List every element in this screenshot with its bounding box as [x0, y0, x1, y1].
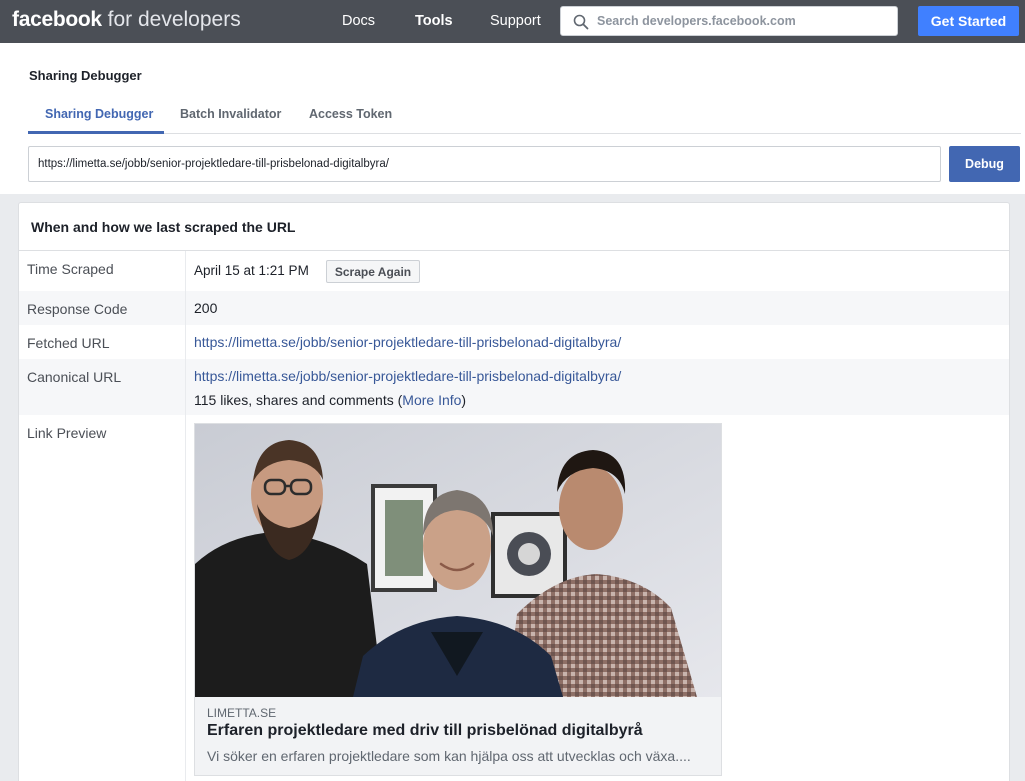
response-code-value: 200	[194, 300, 218, 316]
engagement-count: 115 likes, shares and comments (More Inf…	[194, 392, 466, 408]
nav-tools[interactable]: Tools	[415, 13, 453, 29]
tab-sharing-debugger[interactable]: Sharing Debugger	[45, 107, 153, 121]
time-scraped-label: Time Scraped	[27, 261, 114, 277]
search-box	[560, 6, 898, 36]
row-response-code: Response Code 200	[19, 291, 1009, 325]
link-preview-card[interactable]: LIMETTA.SE Erfaren projektledare med dri…	[194, 423, 722, 776]
preview-photo-illustration	[195, 424, 721, 697]
row-fetched-url: Fetched URL https://limetta.se/jobb/seni…	[19, 325, 1009, 359]
card-header: When and how we last scraped the URL	[19, 203, 1009, 251]
nav-docs[interactable]: Docs	[342, 13, 375, 29]
scrape-again-button[interactable]: Scrape Again	[326, 260, 420, 283]
scrape-results-card: When and how we last scraped the URL Tim…	[18, 202, 1010, 781]
time-scraped-value: April 15 at 1:21 PM	[194, 263, 309, 278]
debug-button[interactable]: Debug	[949, 146, 1020, 182]
tab-access-token[interactable]: Access Token	[309, 107, 392, 121]
url-input[interactable]	[28, 146, 941, 182]
engagement-text: 115 likes, shares and comments (	[194, 392, 403, 408]
debugger-header: Sharing Debugger Sharing Debugger Batch …	[0, 43, 1025, 194]
search-icon	[573, 14, 589, 30]
logo-brand: facebook	[12, 8, 102, 31]
tab-batch-invalidator[interactable]: Batch Invalidator	[180, 107, 281, 121]
facebook-for-developers-logo[interactable]: facebook for developers	[12, 8, 241, 32]
page-title: Sharing Debugger	[29, 68, 142, 83]
column-divider	[185, 251, 186, 781]
fetched-url-link[interactable]: https://limetta.se/jobb/senior-projektle…	[194, 334, 621, 350]
engagement-close: )	[461, 392, 467, 408]
fetched-url-label: Fetched URL	[27, 335, 110, 351]
response-code-label: Response Code	[27, 301, 128, 317]
preview-description: Vi söker en erfaren projektledare som ka…	[207, 748, 691, 764]
search-input[interactable]	[597, 7, 893, 35]
preview-domain: LIMETTA.SE	[207, 706, 277, 720]
canonical-url-label: Canonical URL	[27, 369, 122, 385]
active-tab-indicator	[28, 131, 164, 134]
tool-tabs: Sharing Debugger Batch Invalidator Acces…	[28, 103, 1021, 134]
row-canonical-url: Canonical URL https://limetta.se/jobb/se…	[19, 359, 1009, 415]
preview-image	[195, 424, 721, 697]
link-preview-label: Link Preview	[27, 425, 107, 441]
card-title: When and how we last scraped the URL	[31, 219, 296, 235]
top-navigation-bar: facebook for developers Docs Tools Suppo…	[0, 0, 1025, 43]
row-time-scraped: Time Scraped April 15 at 1:21 PM Scrape …	[19, 251, 1009, 291]
more-info-link[interactable]: More Info	[402, 392, 461, 408]
get-started-button[interactable]: Get Started	[918, 6, 1019, 36]
logo-suffix: for developers	[101, 8, 241, 31]
canonical-url-link[interactable]: https://limetta.se/jobb/senior-projektle…	[194, 368, 621, 384]
preview-title: Erfaren projektledare med driv till pris…	[207, 722, 643, 739]
nav-support[interactable]: Support	[490, 13, 541, 29]
